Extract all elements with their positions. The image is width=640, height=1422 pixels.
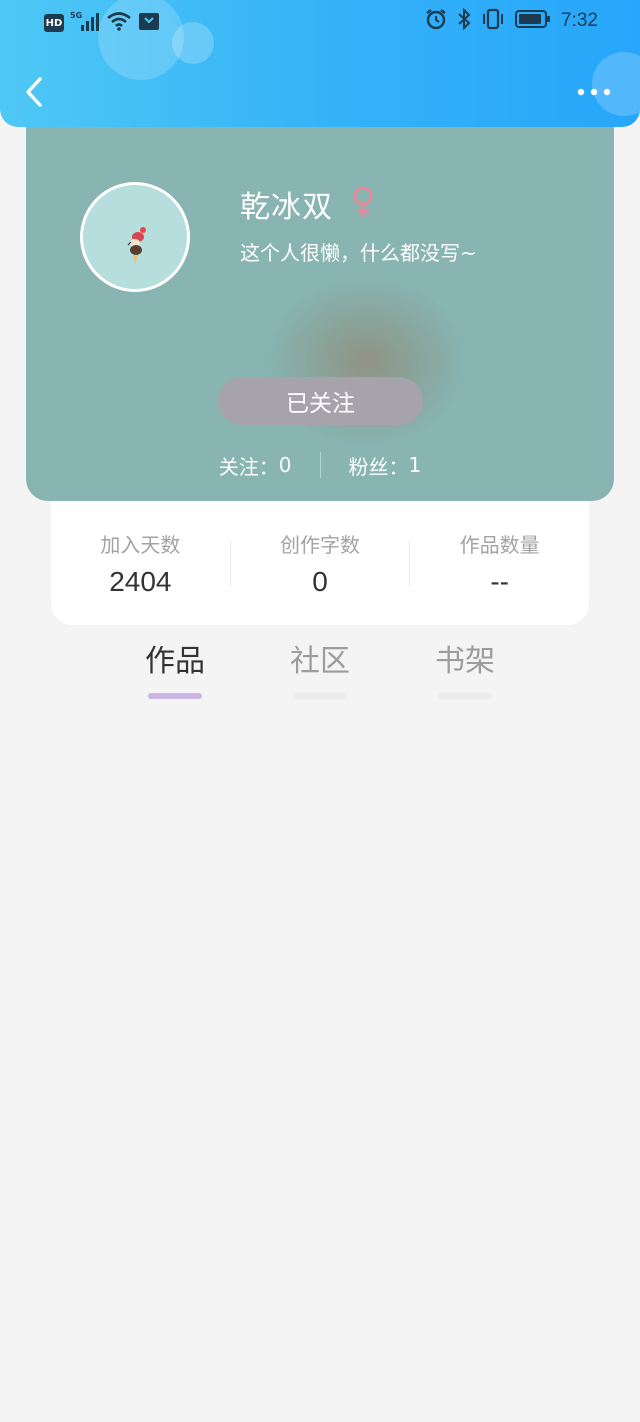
tab-indicator — [293, 693, 347, 699]
more-dots-icon — [577, 88, 611, 96]
tab-label: 作品 — [145, 644, 205, 679]
fans-stat[interactable]: 粉丝： 1 — [349, 451, 422, 480]
tab-label: 书架 — [435, 644, 495, 679]
alarm-icon — [425, 8, 447, 34]
stat-divider — [319, 452, 321, 478]
signal-icon: 5G — [70, 10, 100, 36]
stat-label: 加入天数 — [100, 532, 181, 557]
bluetooth-icon — [457, 7, 471, 34]
tab-indicator — [438, 693, 492, 699]
stat-value: -- — [490, 565, 509, 597]
status-time: 7:32 — [561, 10, 598, 31]
user-stats-card: 加入天数 2404 创作字数 0 作品数量 -- — [51, 501, 589, 625]
stat-label: 作品数量 — [459, 532, 540, 557]
profile-card: 乾冰双 这个人很懒，什么都没写~ 已关注 关注： 0 粉丝： 1 — [26, 127, 614, 501]
more-button[interactable] — [576, 84, 612, 100]
svg-text:5G: 5G — [70, 11, 82, 20]
top-header: HD 5G 7:32 — [0, 0, 640, 127]
following-count: 0 — [278, 453, 292, 477]
user-bio: 这个人很懒，什么都没写~ — [240, 241, 477, 265]
notification-icon — [138, 10, 160, 36]
fans-label: 粉丝： — [348, 454, 409, 479]
tab-indicator — [148, 693, 202, 699]
battery-icon — [515, 8, 551, 34]
avatar[interactable] — [80, 182, 190, 292]
profile-tabs: 作品 社区 书架 — [0, 640, 640, 704]
stat-join-days: 加入天数 2404 — [51, 529, 230, 598]
following-stat[interactable]: 关注： 0 — [219, 451, 292, 480]
back-button[interactable] — [22, 74, 48, 110]
tab-content-area — [0, 710, 640, 1422]
tab-works[interactable]: 作品 — [125, 640, 225, 699]
profile-page: HD 5G 7:32 乾冰双 这个人很懒，什么都没写~ 已关注 关注： 0 粉丝… — [0, 0, 640, 1422]
tab-community[interactable]: 社区 — [270, 640, 370, 699]
stat-value: 0 — [312, 565, 328, 597]
hd-badge: HD — [44, 14, 64, 32]
female-symbol-icon — [350, 185, 376, 219]
username: 乾冰双 — [240, 190, 333, 225]
wifi-icon — [106, 10, 132, 36]
tab-bookshelf[interactable]: 书架 — [415, 640, 515, 699]
following-label: 关注： — [218, 454, 279, 479]
stat-works-count: 作品数量 -- — [410, 529, 589, 598]
status-bar: HD 5G 7:32 — [0, 0, 640, 44]
follow-button[interactable]: 已关注 — [218, 377, 423, 425]
tab-label: 社区 — [290, 644, 350, 679]
chevron-left-icon — [26, 77, 42, 107]
stat-label: 创作字数 — [280, 532, 360, 557]
stat-value: 2404 — [109, 565, 172, 597]
follow-stats: 关注： 0 粉丝： 1 — [26, 449, 614, 481]
fans-count: 1 — [408, 453, 422, 477]
stat-word-count: 创作字数 0 — [231, 529, 410, 598]
vibrate-icon — [481, 8, 505, 34]
avatar-image — [127, 227, 146, 265]
